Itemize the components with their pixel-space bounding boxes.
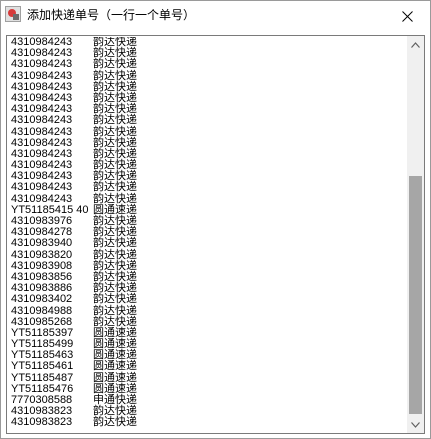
tracking-number: 4310983402 — [11, 294, 73, 306]
tracking-line: 4310984243 韵达快递 — [11, 59, 403, 70]
tracking-number: 4310983820 — [11, 249, 73, 261]
courier-name: 韵达快递 — [93, 416, 137, 429]
tracking-number: 4310983908 — [11, 260, 73, 272]
tracking-number: 4310984243 — [11, 160, 73, 172]
courier-name: 韵达快递 — [93, 181, 137, 194]
tracking-number: 4310984243 — [11, 104, 73, 116]
tracking-line: YT51185397 圆通速递 — [11, 327, 403, 339]
scroll-up-button[interactable] — [407, 36, 424, 53]
tracking-line: 7770308588 申通快递 — [11, 394, 403, 406]
tracking-number: 4310984243 — [11, 148, 73, 160]
vertical-scrollbar[interactable] — [407, 36, 424, 433]
tracking-number: 4310983856 — [11, 271, 73, 283]
tracking-number: 4310984243 — [11, 171, 73, 183]
courier-name: 韵达快递 — [93, 58, 137, 71]
scroll-thumb[interactable] — [409, 176, 422, 414]
tracking-line: 4310984243 韵达快递 — [11, 115, 403, 126]
tracking-line: 4310984988 韵达快递 — [11, 305, 403, 317]
tracking-number: 4310984243 — [11, 48, 73, 60]
tracking-line: YT51185499 圆通速递 — [11, 338, 403, 351]
tracking-line: 4310984243 韵达快递 — [11, 159, 403, 172]
tracking-number: 4310984988 — [11, 305, 73, 317]
tracking-number: 4310983976 — [11, 216, 73, 227]
tracking-number: YT51185487 — [11, 372, 74, 384]
tracking-number: 4310984243 — [11, 182, 73, 194]
chevron-up-icon — [411, 41, 420, 48]
tracking-line: 4310984243 韵达快递 — [11, 182, 403, 193]
tracking-number: 4310984243 — [11, 193, 73, 205]
tracking-line: 4310983823 韵达快递 — [11, 405, 403, 418]
chevron-down-icon — [411, 421, 420, 428]
tracking-number: 4310984243 — [11, 81, 73, 93]
tracking-line: YT51185463 圆通速递 — [11, 350, 403, 361]
tracking-line: 4310983886 韵达快递 — [11, 282, 403, 295]
tracking-number: 4310984243 — [11, 137, 73, 149]
tracking-number: YT51185463 — [11, 350, 74, 362]
tracking-line: YT51185476 圆通速递 — [11, 383, 403, 395]
tracking-line: 4310983940 韵达快递 — [11, 238, 403, 249]
courier-name: 韵达快递 — [93, 237, 137, 250]
tracking-line: 4310985268 韵达快递 — [11, 316, 403, 328]
courier-name: 韵达快递 — [93, 293, 137, 306]
tracking-line: 4310983908 韵达快递 — [11, 260, 403, 272]
tracking-line: 4310984278 韵达快递 — [11, 226, 403, 239]
courier-name: 圆通速递 — [93, 360, 137, 373]
tracking-line: 4310984243 韵达快递 — [11, 47, 403, 60]
tracking-line: 4310984243 韵达快递 — [11, 81, 403, 93]
tracking-line: 4310984243 韵达快递 — [11, 171, 403, 182]
tracking-number: 4310984243 — [11, 115, 73, 127]
close-icon — [401, 10, 413, 22]
tracking-line: 4310984243 韵达快递 — [11, 137, 403, 149]
tracking-number: YT51185415 40 — [11, 204, 89, 216]
tracking-number: 4310985268 — [11, 316, 73, 328]
tracking-number: 4310984243 — [11, 70, 73, 82]
tracking-number: 4310983940 — [11, 238, 73, 250]
tracking-number: YT51185499 — [11, 339, 74, 351]
tracking-number: YT51185461 — [11, 361, 74, 373]
tracking-number: 4310984243 — [11, 37, 73, 48]
dialog-window: 添加快递单号（一行一个单号） 4310984243 韵达快递 4310984243 韵… — [0, 0, 431, 439]
tracking-number: 7770308588 — [11, 395, 73, 406]
scroll-down-button[interactable] — [407, 416, 424, 433]
tracking-number: YT51185397 — [11, 327, 74, 339]
tracking-number-list[interactable]: 4310984243 韵达快递 4310984243 韵达快递 4310984243 韵达… — [11, 37, 403, 433]
tracking-line: 4310984243 韵达快递 — [11, 92, 403, 104]
tracking-line: 4310984243 韵达快递 — [11, 148, 403, 160]
tracking-line: YT51185461 圆通速递 — [11, 361, 403, 372]
tracking-number: 4310984243 — [11, 92, 73, 104]
tracking-line: 4310983823 韵达快递 — [11, 417, 403, 428]
tracking-line: 4310984243 韵达快递 — [11, 126, 403, 138]
tracking-number: 4310983823 — [11, 406, 73, 418]
tracking-line: 4310983820 韵达快递 — [11, 249, 403, 261]
tracking-line: 4310984243 韵达快递 — [11, 37, 403, 48]
tracking-line: 4310984243 韵达快递 — [11, 103, 403, 116]
window-title: 添加快递单号（一行一个单号） — [27, 8, 196, 22]
tracking-line: YT51185487 圆通速递 — [11, 372, 403, 384]
tracking-line: 4310983402 韵达快递 — [11, 294, 403, 305]
tracking-number: 4310983823 — [11, 417, 73, 429]
tracking-line: 4310984243 韵达快递 — [11, 70, 403, 82]
title-bar[interactable]: 添加快递单号（一行一个单号） — [1, 1, 430, 31]
tracking-line: 4310983856 韵达快递 — [11, 271, 403, 283]
tracking-number: 4310984278 — [11, 227, 73, 239]
tracking-number: 4310983886 — [11, 283, 73, 295]
tracking-number-textarea[interactable]: 4310984243 韵达快递 4310984243 韵达快递 4310984243 韵达… — [6, 35, 425, 434]
tracking-number: 4310984243 — [11, 126, 73, 138]
close-button[interactable] — [384, 1, 430, 31]
tracking-number: 4310984243 — [11, 59, 73, 71]
app-icon — [5, 6, 21, 22]
tracking-line: 4310983976 韵达快递 — [11, 215, 403, 227]
tracking-line: 4310984243 韵达快递 — [11, 193, 403, 205]
courier-name: 韵达快递 — [93, 114, 137, 127]
tracking-number: YT51185476 — [11, 383, 74, 395]
tracking-line: YT51185415 40 圆通速递 — [11, 204, 403, 216]
